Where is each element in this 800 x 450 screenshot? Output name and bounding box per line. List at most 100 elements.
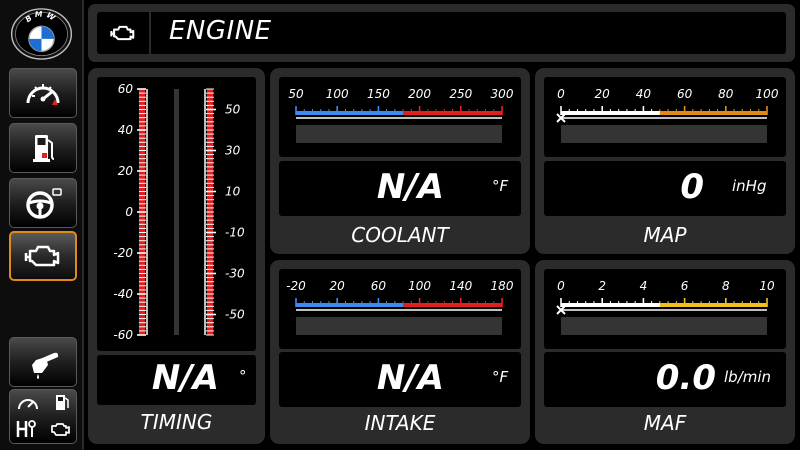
map-band-high — [659, 111, 767, 115]
map-scale-label: 100 — [756, 87, 779, 101]
coolant-scale-label: 300 — [491, 87, 514, 101]
timing-right-scale-label: 50 — [225, 103, 241, 117]
map-value: 0 — [680, 167, 704, 207]
coolant-scale-label: 250 — [449, 87, 472, 101]
coolant-label: COOLANT — [351, 223, 449, 247]
intake-readout: N/A °F — [279, 352, 521, 407]
map-value-bar — [561, 125, 767, 143]
intake-scale-label: 140 — [449, 279, 472, 293]
intake-gauge: -20 20 60 100 140 180 — [286, 279, 514, 335]
fuel-button[interactable] — [9, 123, 77, 173]
coolant-unit: °F — [492, 177, 509, 195]
intake-label: INTAKE — [364, 411, 436, 435]
speedometer-icon — [18, 399, 38, 410]
maf-panel: 0 2 4 6 8 10 0.0 lb/min MAF — [535, 260, 795, 444]
map-scale-label: 40 — [636, 87, 652, 101]
maf-scale-label: 2 — [598, 279, 606, 293]
coolant-value-bar — [296, 125, 502, 143]
coolant-band-high — [403, 111, 502, 115]
bmw-logo: BMW — [10, 8, 73, 60]
maf-scale-label: 8 — [722, 279, 730, 293]
timing-panel: 60 40 20 0 -20 -40 -60 50 30 10 -10 -30 -50 N/A ° TI… — [88, 68, 265, 444]
fuel-pump-icon — [33, 135, 55, 162]
timing-readout: N/A ° — [97, 355, 256, 405]
timing-unit: ° — [239, 367, 247, 385]
sidebar: BMW — [0, 0, 84, 450]
maf-scale-label: 6 — [681, 279, 689, 293]
timing-left-scale-label: -20 — [113, 246, 133, 260]
coolant-readout: N/A °F — [279, 161, 521, 216]
intake-value: N/A — [376, 358, 444, 398]
timing-left-scale-label: 40 — [118, 123, 134, 137]
intake-band-high — [403, 303, 502, 307]
maf-value-bar — [561, 317, 767, 335]
maf-scale-label: 0 — [557, 279, 565, 293]
maf-scale-label: 4 — [640, 279, 648, 293]
map-readout: 0 inHg — [544, 161, 786, 216]
maf-scale-label: 10 — [759, 279, 775, 293]
page-title: ENGINE — [169, 16, 272, 46]
maf-label: MAF — [643, 411, 687, 435]
timing-right-scale-label: 10 — [225, 185, 241, 199]
coolant-scale-label: 100 — [326, 87, 349, 101]
timing-value: N/A — [151, 358, 219, 398]
timing-right-scale-label: -50 — [225, 308, 245, 322]
intake-scale-label: 20 — [330, 279, 346, 293]
timing-left-scale-label: -40 — [113, 287, 133, 301]
map-label: MAP — [643, 223, 687, 247]
fuel-pump-icon — [56, 395, 69, 410]
coolant-gauge-screen: 50 100 150 200 250 300 — [279, 77, 521, 157]
intake-scale-label: 60 — [371, 279, 387, 293]
maf-readout: 0.0 lb/min — [544, 352, 786, 407]
timing-value-bar — [174, 89, 179, 335]
fuel-nozzle-button[interactable] — [9, 337, 77, 387]
engine-button[interactable] — [9, 231, 77, 281]
coolant-gauge: 50 100 150 200 250 300 — [288, 87, 514, 143]
maf-band-low — [561, 303, 660, 307]
map-scale-label: 80 — [718, 87, 734, 101]
timing-right-scale-label: -30 — [225, 267, 245, 281]
gauge-button[interactable] — [9, 68, 77, 118]
intake-value-bar — [296, 317, 502, 335]
intake-gauge-screen: -20 20 60 100 140 180 — [279, 269, 521, 349]
map-scale-label: 0 — [557, 87, 565, 101]
map-scale-label: 20 — [595, 87, 611, 101]
intake-band-low — [296, 303, 404, 307]
check-engine-icon — [24, 245, 60, 267]
timing-gauge: 60 40 20 0 -20 -40 -60 50 30 10 -10 -30 -50 — [113, 82, 245, 342]
overview-button[interactable] — [9, 389, 77, 444]
maf-gauge: 0 2 4 6 8 10 — [556, 279, 775, 335]
timing-left-scale-label: 60 — [118, 82, 134, 96]
map-gauge-screen: 0 20 40 60 80 100 — [544, 77, 786, 157]
maf-unit: lb/min — [724, 368, 772, 386]
coolant-value: N/A — [376, 167, 444, 207]
fuel-nozzle-icon — [32, 352, 58, 379]
header-screen: ENGINE — [97, 12, 786, 54]
map-gauge: 0 20 40 60 80 100 — [556, 87, 779, 143]
maf-band-high — [659, 303, 767, 307]
header-divider — [149, 12, 151, 54]
intake-panel: -20 20 60 100 140 180 N/A °F INTAKE — [270, 260, 530, 444]
intake-scale-label: 100 — [408, 279, 431, 293]
check-engine-icon — [51, 423, 70, 436]
coolant-band-low — [296, 111, 404, 115]
timing-right-scale-label: -10 — [225, 226, 245, 240]
speedometer-icon — [26, 84, 60, 105]
map-scale-label: 60 — [677, 87, 693, 101]
intake-unit: °F — [492, 368, 509, 386]
timing-gauge-screen: 60 40 20 0 -20 -40 -60 50 30 10 -10 -30 -50 — [97, 77, 256, 351]
timing-label: TIMING — [140, 410, 213, 434]
coolant-scale-label: 150 — [367, 87, 390, 101]
intake-scale-label: -20 — [286, 279, 306, 293]
header-bar: ENGINE — [88, 4, 795, 62]
coolant-scale-label: 50 — [288, 87, 304, 101]
intake-scale-label: 180 — [491, 279, 514, 293]
timing-left-scale-label: -60 — [113, 328, 133, 342]
steering-wheel-icon — [26, 188, 62, 219]
map-unit: inHg — [732, 177, 767, 195]
check-engine-icon — [97, 12, 149, 54]
steering-button[interactable] — [9, 178, 77, 228]
coolant-scale-label: 200 — [408, 87, 431, 101]
coolant-panel: 50 100 150 200 250 300 N/A °F COOLANT — [270, 68, 530, 254]
maf-gauge-screen: 0 2 4 6 8 10 — [544, 269, 786, 349]
